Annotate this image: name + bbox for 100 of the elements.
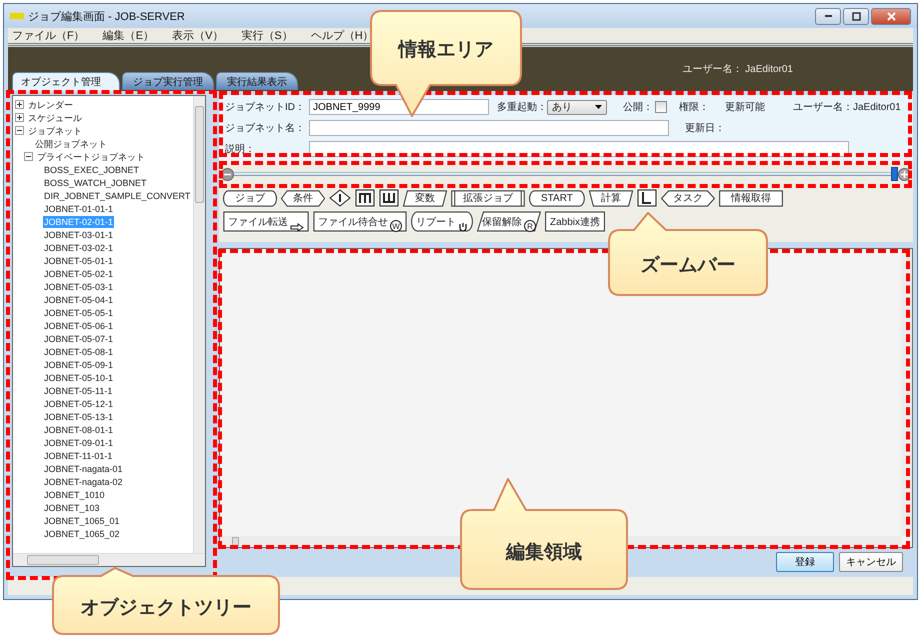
tree-item[interactable]: JOBNET-05-08-1 [43, 346, 114, 358]
tree-item[interactable]: BOSS_EXEC_JOBNET [43, 164, 140, 176]
minimize-button[interactable] [815, 8, 841, 24]
corner-icon [636, 189, 657, 207]
tree-item[interactable]: JOBNET-05-02-1 [43, 268, 114, 280]
tree-item[interactable]: JOBNET-05-10-1 [43, 372, 114, 384]
tree-item[interactable]: プライベートジョブネット [36, 150, 146, 162]
field-label: ユーザー名： [793, 101, 853, 114]
tree-item[interactable]: JOBNET_103 [43, 502, 101, 514]
menu-item[interactable]: ファイル（F） [12, 28, 85, 43]
tree-item[interactable]: JOBNET-nagata-01 [43, 462, 124, 474]
field-label: 権限： [679, 100, 709, 114]
tree-item[interactable]: JOBNET_1065_02 [43, 528, 121, 540]
diamond-icon [329, 189, 351, 207]
collapse-icon[interactable] [24, 152, 33, 161]
tree-item[interactable]: JOBNET-09-01-1 [43, 436, 114, 448]
tree-item[interactable]: JOBNET-05-06-1 [43, 320, 114, 332]
slider-thumb[interactable] [891, 167, 898, 181]
field-label: ジョブネット名： [225, 122, 306, 135]
scrollbar[interactable] [13, 553, 205, 566]
menu-item[interactable]: ヘルプ（H） [310, 28, 374, 43]
bracket-icon [355, 189, 375, 207]
tab[interactable]: オブジェクト管理 [12, 72, 120, 91]
dropdown[interactable]: あり [547, 100, 607, 114]
tool-button[interactable] [355, 189, 375, 207]
checkbox[interactable] [655, 101, 667, 113]
maximize-button[interactable] [843, 8, 869, 24]
tool-button[interactable]: 情報取得 [718, 190, 783, 206]
callout: ズームバー [608, 212, 768, 296]
scrollbar[interactable] [193, 96, 205, 553]
bracket-icon [379, 189, 399, 207]
tree-item[interactable]: DIR_JOBNET_SAMPLE_CONVERT [43, 190, 192, 202]
expand-icon[interactable] [15, 100, 24, 109]
tool-button[interactable]: 計算 [588, 190, 633, 206]
caret-icon [595, 105, 602, 109]
field-value: 更新可能 [725, 100, 765, 114]
field-label: 公開： [623, 101, 653, 114]
user-name: ユーザー名： JaEditor01 [682, 63, 793, 76]
tree-item[interactable]: JOBNET-05-07-1 [43, 332, 114, 344]
tool-button[interactable]: 条件 [281, 190, 325, 206]
arrow-icon [290, 223, 304, 232]
zoom-slider[interactable] [234, 167, 898, 181]
input-field[interactable] [309, 120, 669, 136]
register-button[interactable]: 登録 [776, 552, 834, 572]
expand-icon[interactable] [15, 113, 24, 122]
minimize-icon [824, 15, 832, 17]
tab[interactable]: ジョブ実行管理 [122, 72, 214, 90]
menu-item[interactable]: 編集（E） [102, 28, 154, 43]
tree-item[interactable]: JOBNET-03-01-1 [43, 228, 114, 240]
tree-item[interactable]: ジョブネット [27, 124, 83, 136]
tool-button[interactable]: ファイル待合せ W [313, 211, 407, 232]
close-icon [886, 12, 896, 20]
tool-button[interactable]: 拡張ジョブ [451, 190, 525, 206]
tool-button[interactable]: ジョブ [223, 190, 277, 206]
tree-item[interactable]: JOBNET_1010 [43, 488, 106, 500]
cancel-button[interactable]: キャンセル [839, 552, 903, 572]
u-turn-icon [458, 222, 468, 232]
field-label: 多重起動： [497, 100, 547, 114]
tree-item[interactable]: JOBNET-05-09-1 [43, 358, 114, 370]
tree-item[interactable]: JOBNET-05-13-1 [43, 410, 114, 422]
tool-button[interactable]: タスク [660, 190, 715, 206]
tab[interactable]: 実行結果表示 [216, 72, 298, 90]
field-label: ジョブネットID： [225, 100, 306, 114]
tool-button[interactable]: 変数 [403, 190, 447, 206]
tree-item[interactable]: JOBNET-11-01-1 [43, 450, 114, 462]
tool-button[interactable]: Zabbix連携 [545, 211, 606, 232]
tree-item[interactable]: JOBNET-05-03-1 [43, 280, 114, 292]
tool-button[interactable]: 保留解除 R [477, 211, 541, 232]
field-label: 説明： [225, 142, 256, 156]
tree-item[interactable]: JOBNET-nagata-02 [43, 476, 124, 488]
field-label: 更新日： [685, 122, 725, 135]
tree-item[interactable]: JOBNET-05-04-1 [43, 294, 114, 306]
tree-item[interactable]: BOSS_WATCH_JOBNET [43, 176, 148, 188]
tool-button[interactable] [379, 189, 399, 207]
tree-item[interactable]: JOBNET-05-05-1 [43, 306, 114, 318]
tree-item[interactable]: JOBNET-08-01-1 [43, 424, 114, 436]
tool-button[interactable]: ファイル転送 [223, 211, 309, 232]
tree-item[interactable]: 公開ジョブネット [34, 138, 108, 150]
tree-item[interactable]: カレンダー [27, 98, 74, 110]
collapse-icon[interactable] [15, 126, 24, 135]
callout: 編集領域 [460, 478, 628, 590]
tree-item[interactable]: スケジュール [27, 112, 83, 124]
app-icon [10, 12, 24, 20]
tree-item[interactable]: JOBNET-05-11-1 [43, 384, 114, 396]
input-field[interactable]: JOBNET_9999 [309, 99, 489, 115]
tree-item[interactable]: JOBNET-03-02-1 [43, 242, 114, 254]
field-value: JaEditor01 [853, 102, 901, 112]
tree-item[interactable]: JOBNET-05-01-1 [43, 254, 114, 266]
tool-button[interactable]: リブート [411, 211, 473, 232]
tree-item[interactable]: JOBNET-01-01-1 [43, 202, 114, 214]
tool-button[interactable]: START [529, 190, 585, 206]
tool-button[interactable] [636, 189, 657, 207]
close-button[interactable] [871, 8, 911, 24]
menu-item[interactable]: 実行（S） [241, 28, 293, 43]
window-title: ジョブ編集画面 - JOB-SERVER [28, 10, 185, 24]
tree-item[interactable]: JOBNET-05-12-1 [43, 398, 114, 410]
tool-button[interactable] [329, 189, 351, 207]
maximize-icon [852, 12, 860, 20]
menu-item[interactable]: 表示（V） [172, 28, 224, 43]
tree-item[interactable]: JOBNET_1065_01 [43, 514, 121, 526]
